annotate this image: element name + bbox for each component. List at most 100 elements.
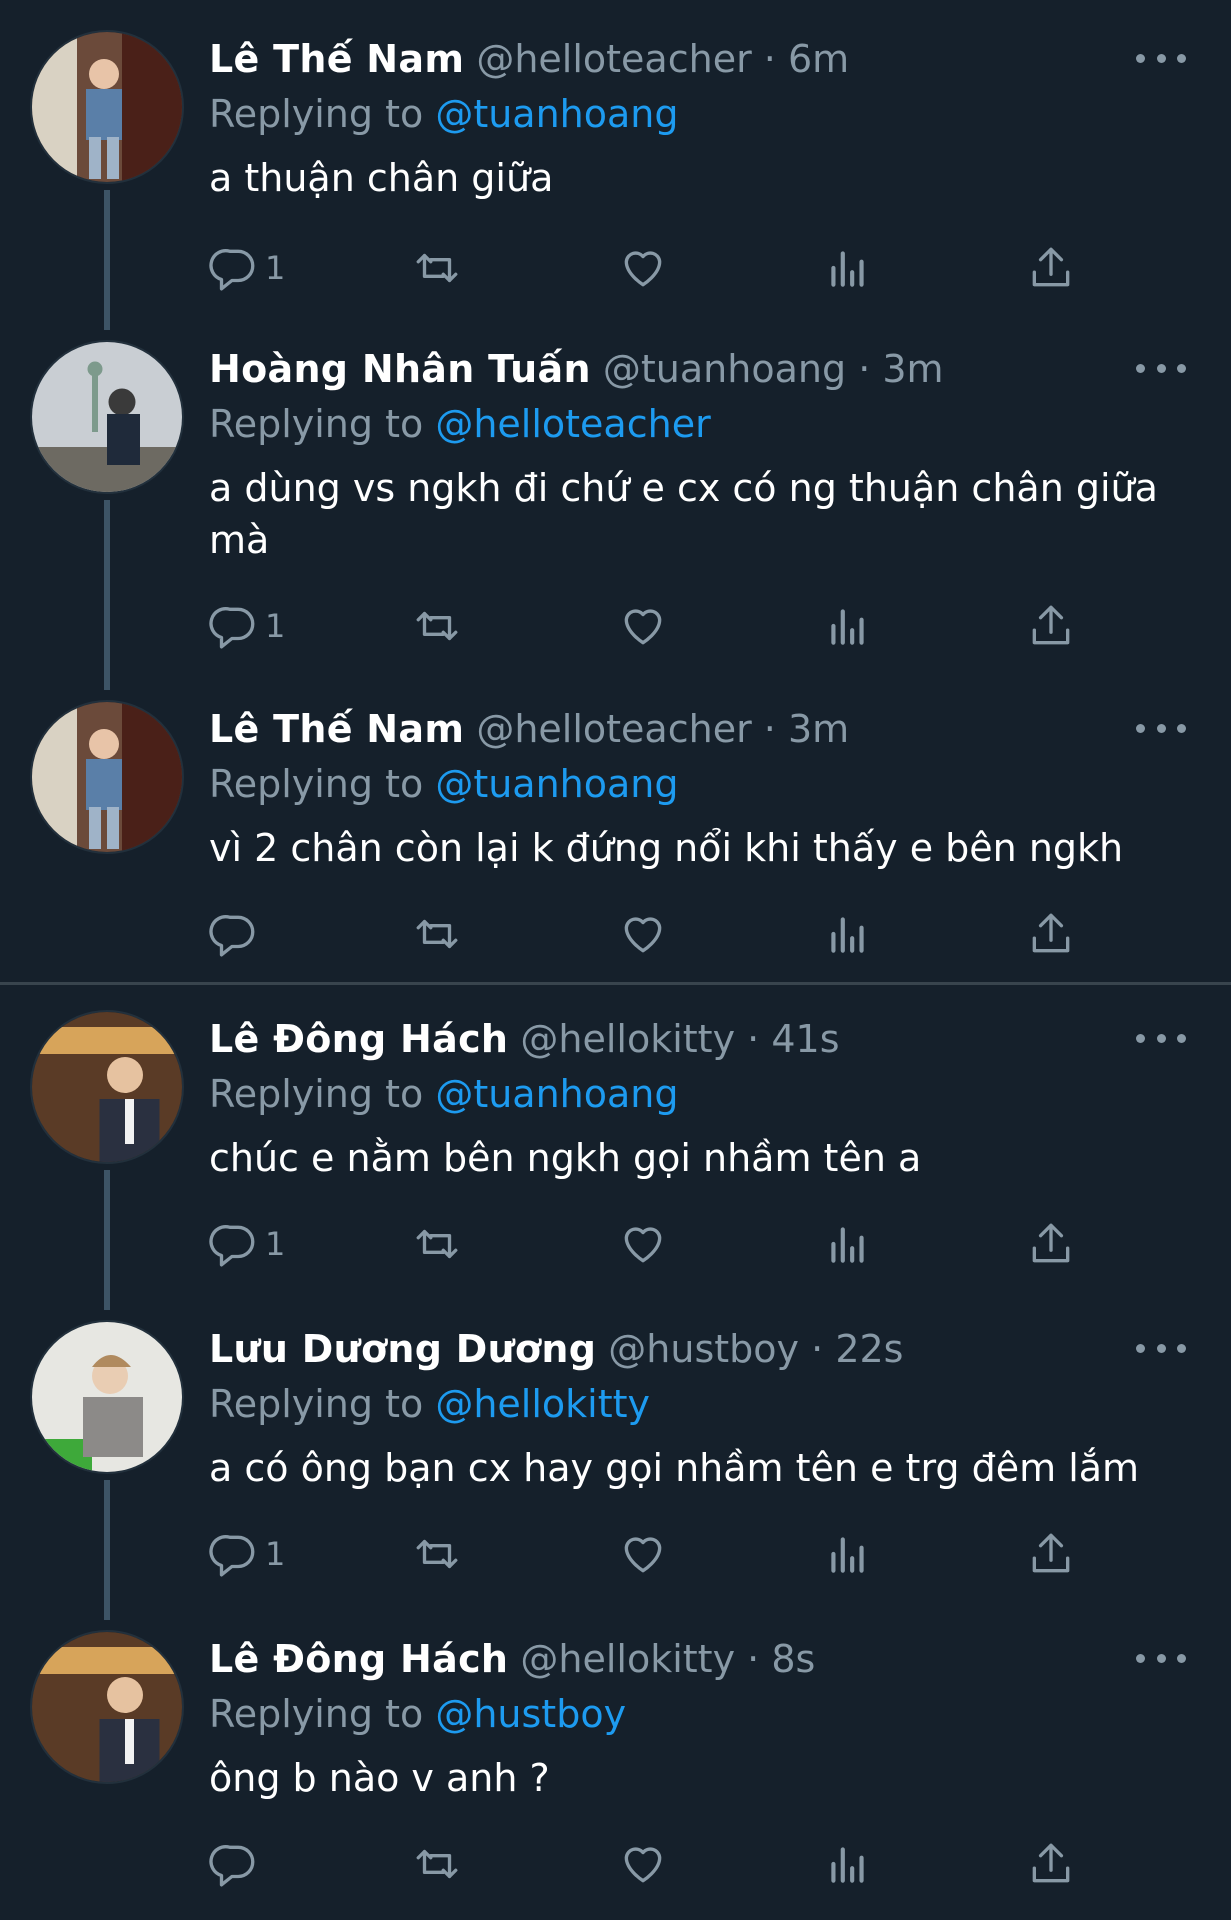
share-button[interactable] (1026, 240, 1076, 296)
tweet-text: ông b nào v anh ? (209, 1756, 550, 1800)
reply-button[interactable]: 1 (209, 240, 285, 296)
reply-button[interactable] (209, 906, 265, 962)
more-icon[interactable] (1136, 348, 1186, 388)
timestamp[interactable]: 3m (788, 707, 849, 751)
timestamp[interactable]: 22s (835, 1327, 903, 1371)
user-handle[interactable]: @hustboy (608, 1327, 799, 1371)
share-button[interactable] (1026, 1526, 1076, 1582)
replying-to-handle[interactable]: @tuanhoang (435, 1072, 678, 1116)
avatar[interactable] (30, 340, 184, 494)
share-button[interactable] (1026, 1216, 1076, 1272)
like-button[interactable] (618, 1836, 668, 1892)
replying-to-label: Replying to (209, 1382, 424, 1426)
reply-count: 1 (265, 1535, 286, 1573)
user-handle[interactable]: @helloteacher (476, 37, 751, 81)
reply-count: 1 (265, 607, 286, 645)
reply-count: 1 (265, 1225, 286, 1263)
tweet-text: vì 2 chân còn lại k đứng nổi khi thấy e … (209, 826, 1124, 870)
user-handle[interactable]: @tuanhoang (603, 347, 846, 391)
like-button[interactable] (618, 240, 668, 296)
retweet-button[interactable] (412, 240, 462, 296)
more-icon[interactable] (1136, 708, 1186, 748)
retweet-button[interactable] (412, 598, 462, 654)
replying-to-handle[interactable]: @tuanhoang (435, 92, 678, 136)
avatar-icon (32, 702, 182, 852)
tweet-header: Lê Thế Nam @helloteacher · 6m (209, 30, 1181, 88)
share-icon (1032, 1843, 1070, 1883)
separator-dot: · (747, 1637, 760, 1681)
tweet[interactable]: Lê Thế Nam @helloteacher · 3m Replying t… (0, 700, 1231, 970)
more-icon[interactable] (1136, 1018, 1186, 1058)
thread-line (104, 500, 110, 690)
retweet-icon (416, 1539, 458, 1569)
timestamp[interactable]: 6m (788, 37, 849, 81)
reply-button[interactable]: 1 (209, 1526, 285, 1582)
avatar[interactable] (30, 30, 184, 184)
tweet[interactable]: Lê Đông Hách @hellokitty · 41s Replying … (0, 1010, 1231, 1310)
avatar-icon (32, 1322, 182, 1472)
tweet[interactable]: Lê Đông Hách @hellokitty · 8s Replying t… (0, 1630, 1231, 1900)
replying-to-handle[interactable]: @hustboy (435, 1692, 626, 1736)
retweet-button[interactable] (412, 1836, 462, 1892)
retweet-icon (416, 1229, 458, 1259)
tweet-text: a thuận chân giữa (209, 156, 554, 200)
user-handle[interactable]: @hellokitty (520, 1637, 735, 1681)
more-icon[interactable] (1136, 1638, 1186, 1678)
timestamp[interactable]: 41s (771, 1017, 839, 1061)
avatar[interactable] (30, 1320, 184, 1474)
tweet-header: Lê Thế Nam @helloteacher · 3m (209, 700, 1181, 758)
display-name[interactable]: Lê Đông Hách (209, 1017, 508, 1061)
retweet-button[interactable] (412, 1216, 462, 1272)
views-icon (831, 1537, 864, 1573)
views-button[interactable] (823, 240, 873, 296)
replying-to-handle[interactable]: @hellokitty (435, 1382, 650, 1426)
share-icon (1032, 1533, 1070, 1573)
retweet-button[interactable] (412, 906, 462, 962)
like-button[interactable] (618, 598, 668, 654)
reply-icon (209, 915, 255, 957)
tweet[interactable]: Lưu Dương Dương @hustboy · 22s Replying … (0, 1320, 1231, 1620)
views-button[interactable] (823, 1526, 873, 1582)
like-icon (624, 917, 662, 953)
views-button[interactable] (823, 1216, 873, 1272)
views-button[interactable] (823, 1836, 873, 1892)
avatar[interactable] (30, 1630, 184, 1784)
reply-button[interactable]: 1 (209, 1216, 285, 1272)
display-name[interactable]: Lê Đông Hách (209, 1637, 508, 1681)
separator-dot: · (858, 347, 871, 391)
timestamp[interactable]: 8s (771, 1637, 815, 1681)
replying-to-label: Replying to (209, 1692, 424, 1736)
replying-to-handle[interactable]: @tuanhoang (435, 762, 678, 806)
views-button[interactable] (823, 598, 873, 654)
user-handle[interactable]: @hellokitty (520, 1017, 735, 1061)
share-button[interactable] (1026, 1836, 1076, 1892)
tweet[interactable]: Hoàng Nhân Tuấn @tuanhoang · 3m Replying… (0, 340, 1231, 690)
retweet-button[interactable] (412, 1526, 462, 1582)
share-button[interactable] (1026, 598, 1076, 654)
like-button[interactable] (618, 906, 668, 962)
retweet-icon (416, 919, 458, 949)
display-name[interactable]: Lê Thế Nam (209, 707, 464, 751)
more-icon[interactable] (1136, 1328, 1186, 1368)
like-button[interactable] (618, 1526, 668, 1582)
share-button[interactable] (1026, 906, 1076, 962)
user-handle[interactable]: @helloteacher (476, 707, 751, 751)
more-icon[interactable] (1136, 38, 1186, 78)
views-icon (831, 917, 864, 953)
avatar[interactable] (30, 700, 184, 854)
reply-button[interactable]: 1 (209, 598, 285, 654)
display-name[interactable]: Hoàng Nhân Tuấn (209, 347, 591, 391)
action-bar: 1 (0, 1526, 1231, 1582)
like-button[interactable] (618, 1216, 668, 1272)
avatar[interactable] (30, 1010, 184, 1164)
display-name[interactable]: Lê Thế Nam (209, 37, 464, 81)
views-button[interactable] (823, 906, 873, 962)
tweet[interactable]: Lê Thế Nam @helloteacher · 6m Replying t… (0, 30, 1231, 330)
replying-to-handle[interactable]: @helloteacher (435, 402, 710, 446)
timestamp[interactable]: 3m (882, 347, 943, 391)
tweet-feed: Lê Thế Nam @helloteacher · 6m Replying t… (0, 0, 1231, 1920)
display-name[interactable]: Lưu Dương Dương (209, 1327, 596, 1371)
replying-to: Replying to @tuanhoang (209, 1068, 1181, 1120)
reply-button[interactable] (209, 1836, 265, 1892)
views-icon (831, 609, 864, 645)
